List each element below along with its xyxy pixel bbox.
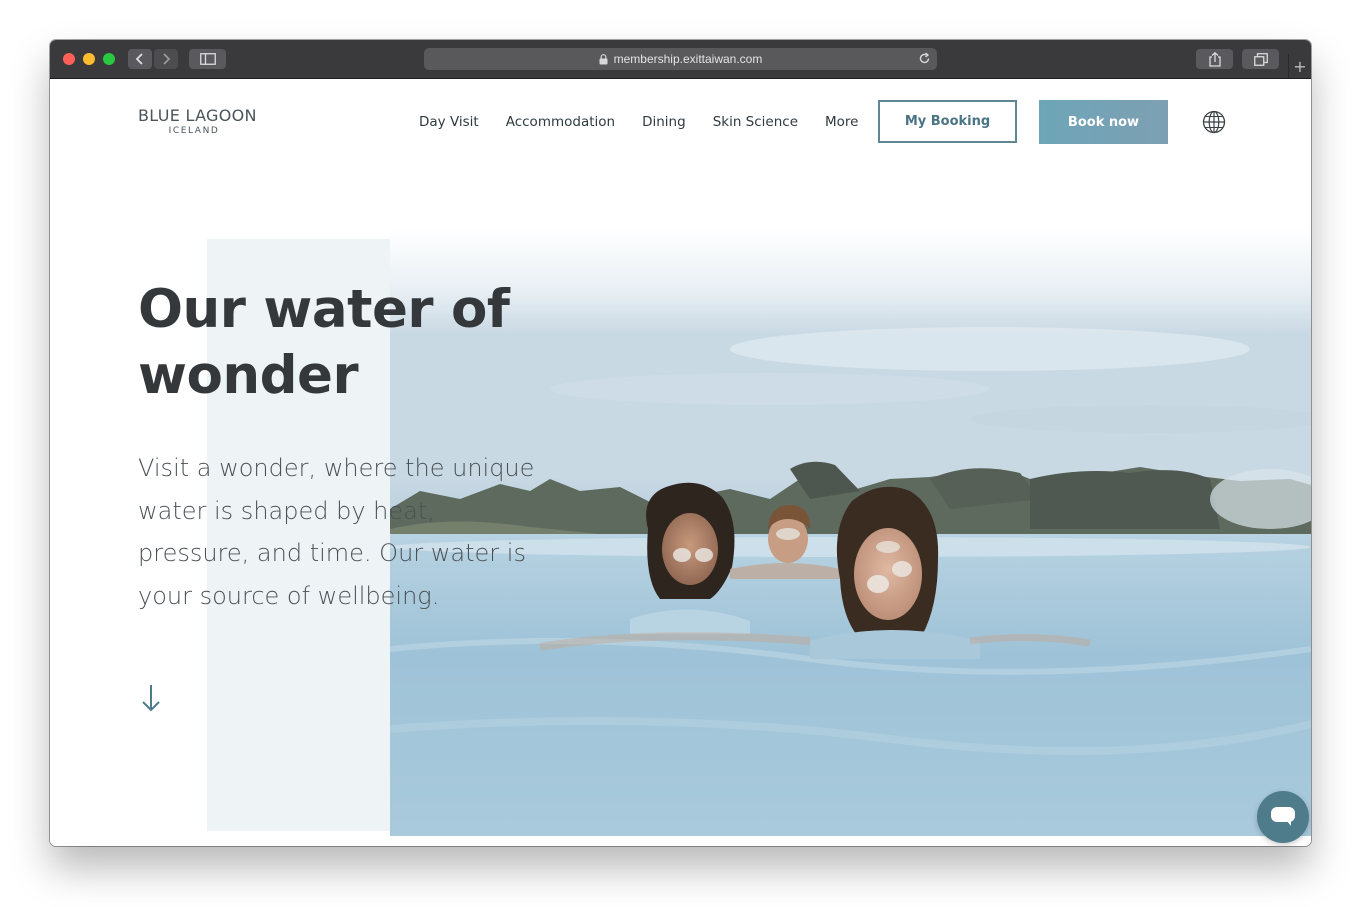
browser-toolbar: membership.exittaiwan.com + bbox=[50, 40, 1311, 79]
main-navigation: Day Visit Accommodation Dining Skin Scie… bbox=[419, 114, 885, 130]
sidebar-icon bbox=[199, 53, 216, 65]
zoom-window-button[interactable] bbox=[103, 53, 115, 65]
share-icon bbox=[1208, 51, 1221, 67]
url-text: membership.exittaiwan.com bbox=[613, 52, 763, 66]
forward-icon bbox=[163, 53, 171, 65]
tabs-overview-button[interactable] bbox=[1242, 49, 1279, 69]
book-now-button[interactable]: Book now bbox=[1039, 100, 1168, 144]
reload-icon[interactable] bbox=[918, 52, 931, 65]
hero-text: Visit a wonder, where the unique water i… bbox=[138, 454, 535, 610]
browser-window: membership.exittaiwan.com + BLUE LAGOON … bbox=[50, 40, 1311, 846]
close-window-button[interactable] bbox=[63, 53, 75, 65]
back-icon bbox=[135, 53, 143, 65]
web-page: BLUE LAGOON ICELAND Day Visit Accommodat… bbox=[50, 79, 1311, 846]
share-button[interactable] bbox=[1196, 49, 1233, 69]
address-bar[interactable]: membership.exittaiwan.com bbox=[424, 48, 937, 70]
site-logo[interactable]: BLUE LAGOON ICELAND bbox=[138, 106, 257, 136]
logo-sub-text: ICELAND bbox=[168, 126, 220, 136]
globe-icon[interactable] bbox=[1202, 110, 1226, 134]
my-booking-button[interactable]: My Booking bbox=[878, 100, 1017, 143]
minimize-window-button[interactable] bbox=[83, 53, 95, 65]
lock-icon bbox=[599, 53, 608, 65]
nav-more[interactable]: More bbox=[825, 114, 858, 130]
logo-main-text: BLUE LAGOON bbox=[138, 106, 257, 125]
nav-day-visit[interactable]: Day Visit bbox=[419, 114, 479, 130]
chat-button[interactable] bbox=[1257, 791, 1309, 843]
chat-icon bbox=[1271, 807, 1295, 826]
tabs-icon bbox=[1253, 52, 1268, 66]
hero-title: Our water of wonder bbox=[138, 279, 510, 406]
back-button[interactable] bbox=[128, 49, 152, 69]
forward-button[interactable] bbox=[154, 49, 178, 69]
arrow-down-icon[interactable] bbox=[140, 683, 162, 713]
new-tab-button[interactable]: + bbox=[1288, 54, 1311, 78]
nav-accommodation[interactable]: Accommodation bbox=[506, 114, 615, 130]
nav-skin-science[interactable]: Skin Science bbox=[713, 114, 798, 130]
nav-dining[interactable]: Dining bbox=[642, 114, 686, 130]
sidebar-button[interactable] bbox=[189, 49, 226, 69]
